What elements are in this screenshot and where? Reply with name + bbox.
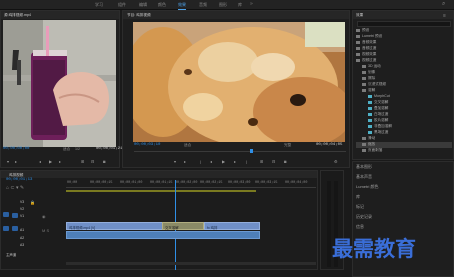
workspace-audio[interactable]: 音频 <box>199 2 207 8</box>
track-a2[interactable]: A2 <box>20 236 24 240</box>
source-monitor-title[interactable]: 源:鸡排视频.mp4 <box>4 13 31 18</box>
step-back-icon[interactable]: ◂ <box>39 159 41 164</box>
source-video-frame <box>3 20 116 147</box>
panel-essential-sound[interactable]: 基本声音 <box>356 174 372 180</box>
track-v1-target[interactable] <box>12 213 18 218</box>
panel-essential-graphics[interactable]: 基本图形 <box>356 164 372 170</box>
timeline-panel: 鸡排视频 <box>0 170 318 270</box>
program-zoom-select[interactable]: 适合 <box>184 143 191 148</box>
insert-icon[interactable]: ⊞ <box>81 159 84 164</box>
more-workspaces-icon[interactable]: » <box>250 1 253 7</box>
track-v1[interactable]: V1 <box>20 214 24 218</box>
program-timecode[interactable]: 00;00;03;10 <box>134 143 160 147</box>
panel-history[interactable]: 历史记录 <box>356 214 372 220</box>
transition-clip[interactable]: 交叉溶解 <box>162 222 204 230</box>
mark-out-icon[interactable]: ▸ <box>15 159 17 164</box>
timeline-timecode[interactable]: 00;00;01;13 <box>6 178 32 182</box>
extract-icon[interactable]: ⊟ <box>272 159 275 164</box>
timeline-scrollbar[interactable] <box>66 262 316 265</box>
settings-icon[interactable]: ⚙ <box>334 159 338 164</box>
source-zoom-select[interactable]: 适合 <box>63 147 70 152</box>
workspace-effects[interactable]: 效果 <box>178 2 186 10</box>
mark-in-icon[interactable]: ▾ <box>7 159 9 164</box>
program-video-frame <box>133 22 345 142</box>
master-track: 主声道 <box>6 253 17 257</box>
ruler-label: 00;00;02;15 <box>200 181 223 185</box>
work-area-bar[interactable] <box>66 190 256 192</box>
panel-markers[interactable]: 标记 <box>356 204 364 210</box>
source-timecode-in[interactable]: 00;00;00;00 <box>3 147 29 151</box>
ruler-label: 00;00;01;15 <box>150 181 173 185</box>
step-forward-icon[interactable]: ▸ <box>234 159 236 164</box>
ruler-label: 00;00;02;00 <box>175 181 198 185</box>
go-to-in-icon[interactable]: | <box>200 159 201 164</box>
mark-out-icon[interactable]: ▸ <box>184 159 186 164</box>
ruler-label: 00;00;03;15 <box>255 181 278 185</box>
panel-menu-icon[interactable]: ≡ <box>443 13 446 19</box>
eye-icon[interactable]: ◉ <box>42 214 46 219</box>
panel-lumetri-color[interactable]: Lumetri 颜色 <box>356 184 378 190</box>
video-clip-v1[interactable]: 鸡排视频.mp4 [V] <box>66 222 166 230</box>
effects-panel-title[interactable]: 效果 <box>356 13 363 18</box>
time-ruler[interactable] <box>66 187 316 188</box>
snap-icon[interactable]: ⌂ ⊂ ▾ ✎ <box>6 185 24 191</box>
lift-icon[interactable]: ⊞ <box>260 159 263 164</box>
effects-search-input[interactable] <box>357 21 451 27</box>
ruler-label: 00;00 <box>67 181 78 185</box>
program-duration: 00;00;04;05 <box>316 143 343 147</box>
source-transport: ▾ ▸ ◂ ▶ ▸ ⊞ ⊟ ◙ <box>3 158 118 166</box>
mute-icon[interactable]: M S <box>42 228 49 233</box>
video-clip-v1b[interactable]: fx 鸡排 <box>204 222 260 230</box>
panel-libraries[interactable]: 库 <box>356 194 360 200</box>
mark-in-icon[interactable]: ▾ <box>174 159 176 164</box>
step-forward-icon[interactable]: ▸ <box>59 159 61 164</box>
program-quality-select[interactable]: 完整 <box>284 143 291 148</box>
panel-info[interactable]: 信息 <box>356 224 364 230</box>
track-a1[interactable]: A1 <box>20 228 24 232</box>
track-a3[interactable]: A3 <box>20 243 24 247</box>
source-patch-a1[interactable] <box>3 226 9 231</box>
workspace-color[interactable]: 颜色 <box>158 2 166 8</box>
go-to-out-icon[interactable]: | <box>246 159 247 164</box>
program-playhead[interactable] <box>250 149 253 153</box>
watermark-text: 最需教育 <box>332 237 416 261</box>
ruler-label: 00;00;00;15 <box>90 181 113 185</box>
ruler-label: 00;00;01;00 <box>120 181 143 185</box>
ruler-label: 00;00;04;00 <box>285 181 308 185</box>
program-scrubber[interactable] <box>134 151 346 152</box>
export-frame-icon[interactable]: ◙ <box>103 159 105 164</box>
overwrite-icon[interactable]: ⊟ <box>91 159 94 164</box>
workspace-bar: 学习 组件 编辑 颜色 效果 音频 图形 库 » ⌕ <box>0 0 454 10</box>
lock-icon[interactable]: 🔒 <box>30 200 35 205</box>
source-timecode-duration: 00;00;01;21 <box>96 147 123 151</box>
export-frame-icon[interactable]: ◙ <box>284 159 286 164</box>
audio-clip-a1[interactable] <box>66 231 260 239</box>
workspace-libraries[interactable]: 库 <box>238 2 242 8</box>
track-v2[interactable]: V2 <box>20 207 24 211</box>
ruler-label: 00;00;03;00 <box>228 181 251 185</box>
play-icon[interactable]: ▶ <box>222 159 225 164</box>
workspace-learn[interactable]: 学习 <box>95 2 103 8</box>
step-back-icon[interactable]: ◂ <box>210 159 212 164</box>
source-patch-v1[interactable] <box>3 212 9 217</box>
tree-item[interactable]: 页面剥落 <box>356 148 382 154</box>
source-page: 1/2 <box>75 147 80 151</box>
workspace-graphics[interactable]: 图形 <box>219 2 227 8</box>
program-transport: ▾ ▸ | ◂ ▶ ▸ | ⊞ ⊟ ◙ ⚙ <box>134 158 346 166</box>
track-v3[interactable]: V3 <box>20 200 24 204</box>
workspace-assembly[interactable]: 组件 <box>118 2 126 8</box>
workspace-edit[interactable]: 编辑 <box>139 2 147 8</box>
track-a1-target[interactable] <box>12 226 18 231</box>
program-monitor-title[interactable]: 节目: 鸡排视频 <box>127 13 151 18</box>
search-icon[interactable]: ⌕ <box>442 1 445 8</box>
play-icon[interactable]: ▶ <box>49 159 52 164</box>
